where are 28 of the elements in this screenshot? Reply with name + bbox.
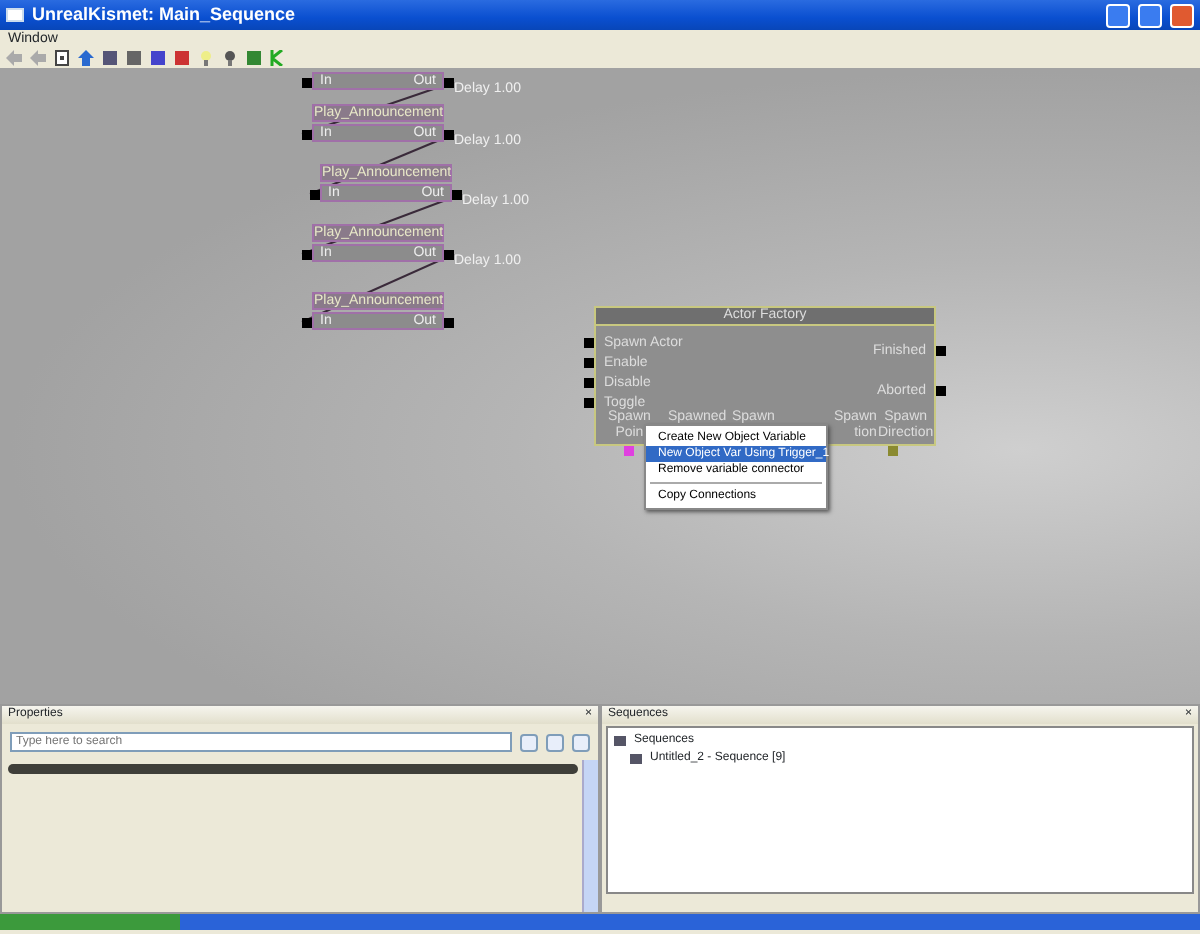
frame-icon[interactable] [54,50,70,66]
variable-port[interactable] [624,446,634,456]
input-port[interactable] [302,130,312,140]
variable-port[interactable] [888,446,898,456]
search-button[interactable] [520,733,538,751]
input-port[interactable] [302,78,312,88]
output-port[interactable] [444,318,454,328]
close-button[interactable] [1170,3,1194,27]
output-port[interactable] [444,78,454,88]
output-port[interactable] [452,190,462,200]
input-port[interactable] [302,250,312,260]
output-port[interactable] [936,386,946,396]
scrollbar[interactable] [582,760,598,912]
input-port[interactable] [310,190,320,200]
output-port[interactable] [444,130,454,140]
output-port[interactable] [936,346,946,356]
back-arrow-icon[interactable] [6,50,22,66]
output-port[interactable] [444,250,454,260]
up-arrow-icon[interactable] [78,50,94,66]
input-port[interactable] [302,318,312,328]
k-icon[interactable] [270,50,286,66]
maximize-button[interactable] [1138,3,1162,27]
minimize-button[interactable] [1106,3,1130,27]
star-button[interactable] [546,733,564,751]
bulb-icon[interactable] [198,50,214,66]
filter-button[interactable] [572,733,590,751]
window-icon [6,8,24,22]
window-title: UnrealKismet: Main_Sequence [32,1,298,28]
